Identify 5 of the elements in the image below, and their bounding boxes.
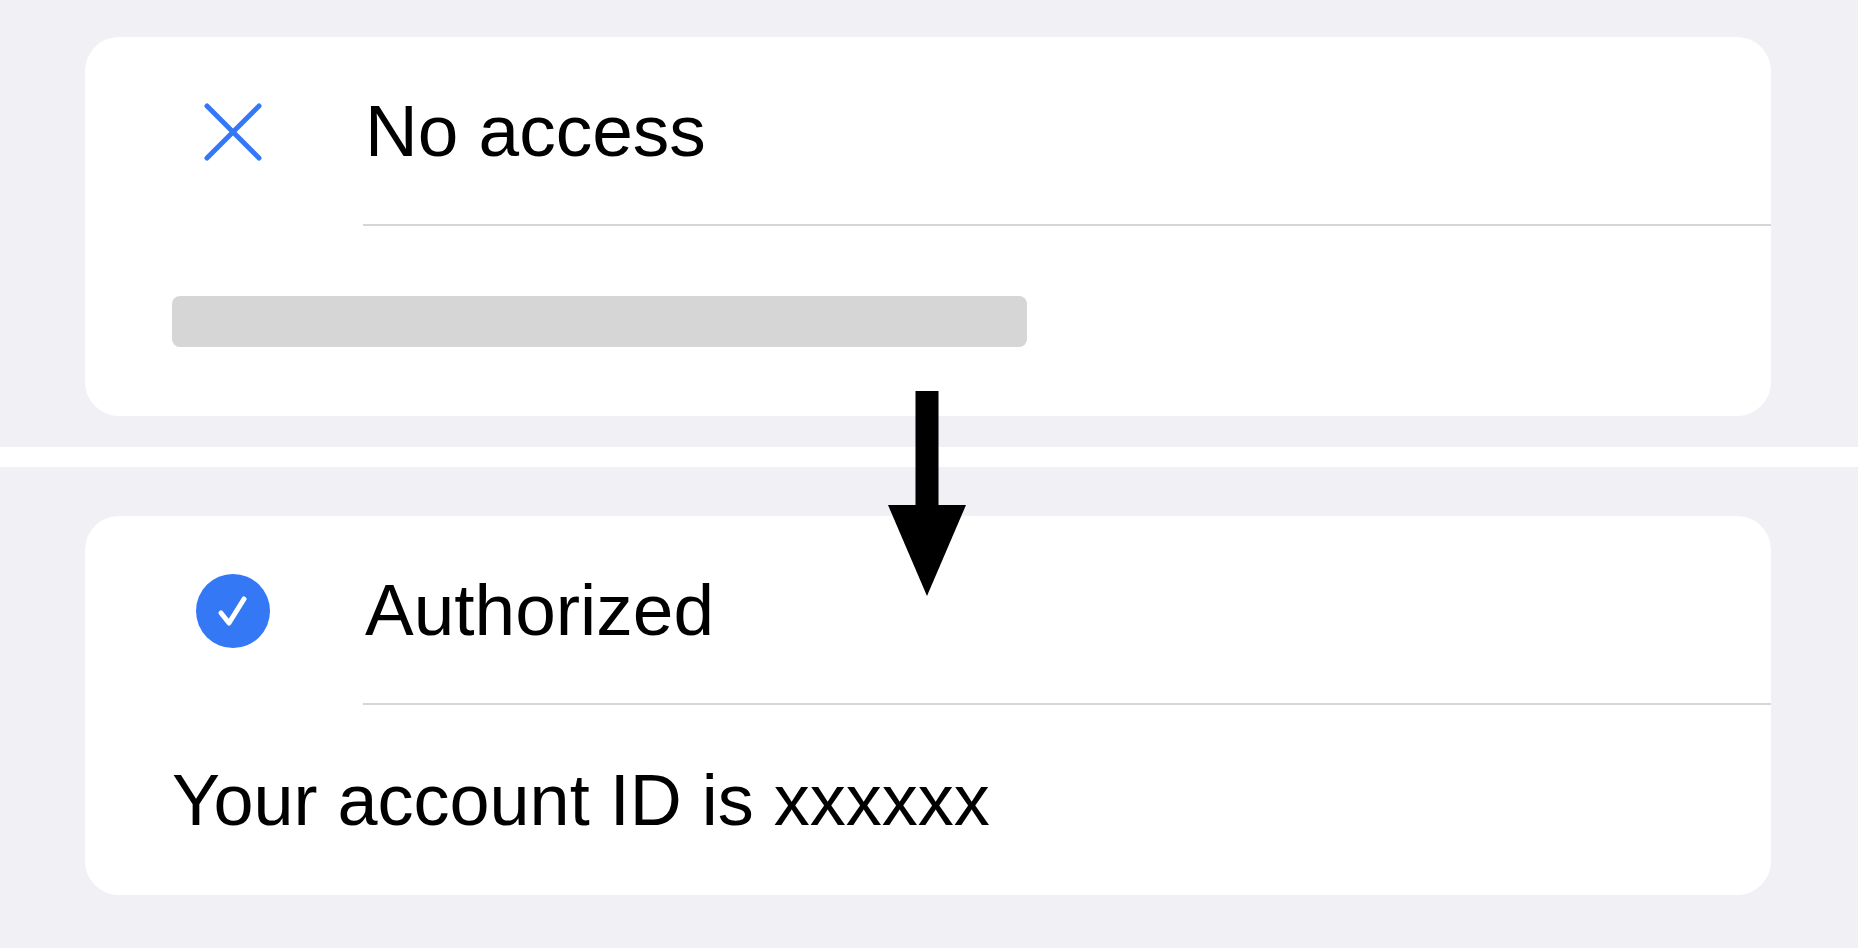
x-mark-icon bbox=[204, 102, 262, 161]
status-label: No access bbox=[365, 88, 706, 173]
status-label: Authorized bbox=[365, 567, 714, 652]
account-id-text: Your account ID is xxxxxx bbox=[172, 758, 990, 842]
checkmark-circle-icon bbox=[196, 573, 270, 648]
